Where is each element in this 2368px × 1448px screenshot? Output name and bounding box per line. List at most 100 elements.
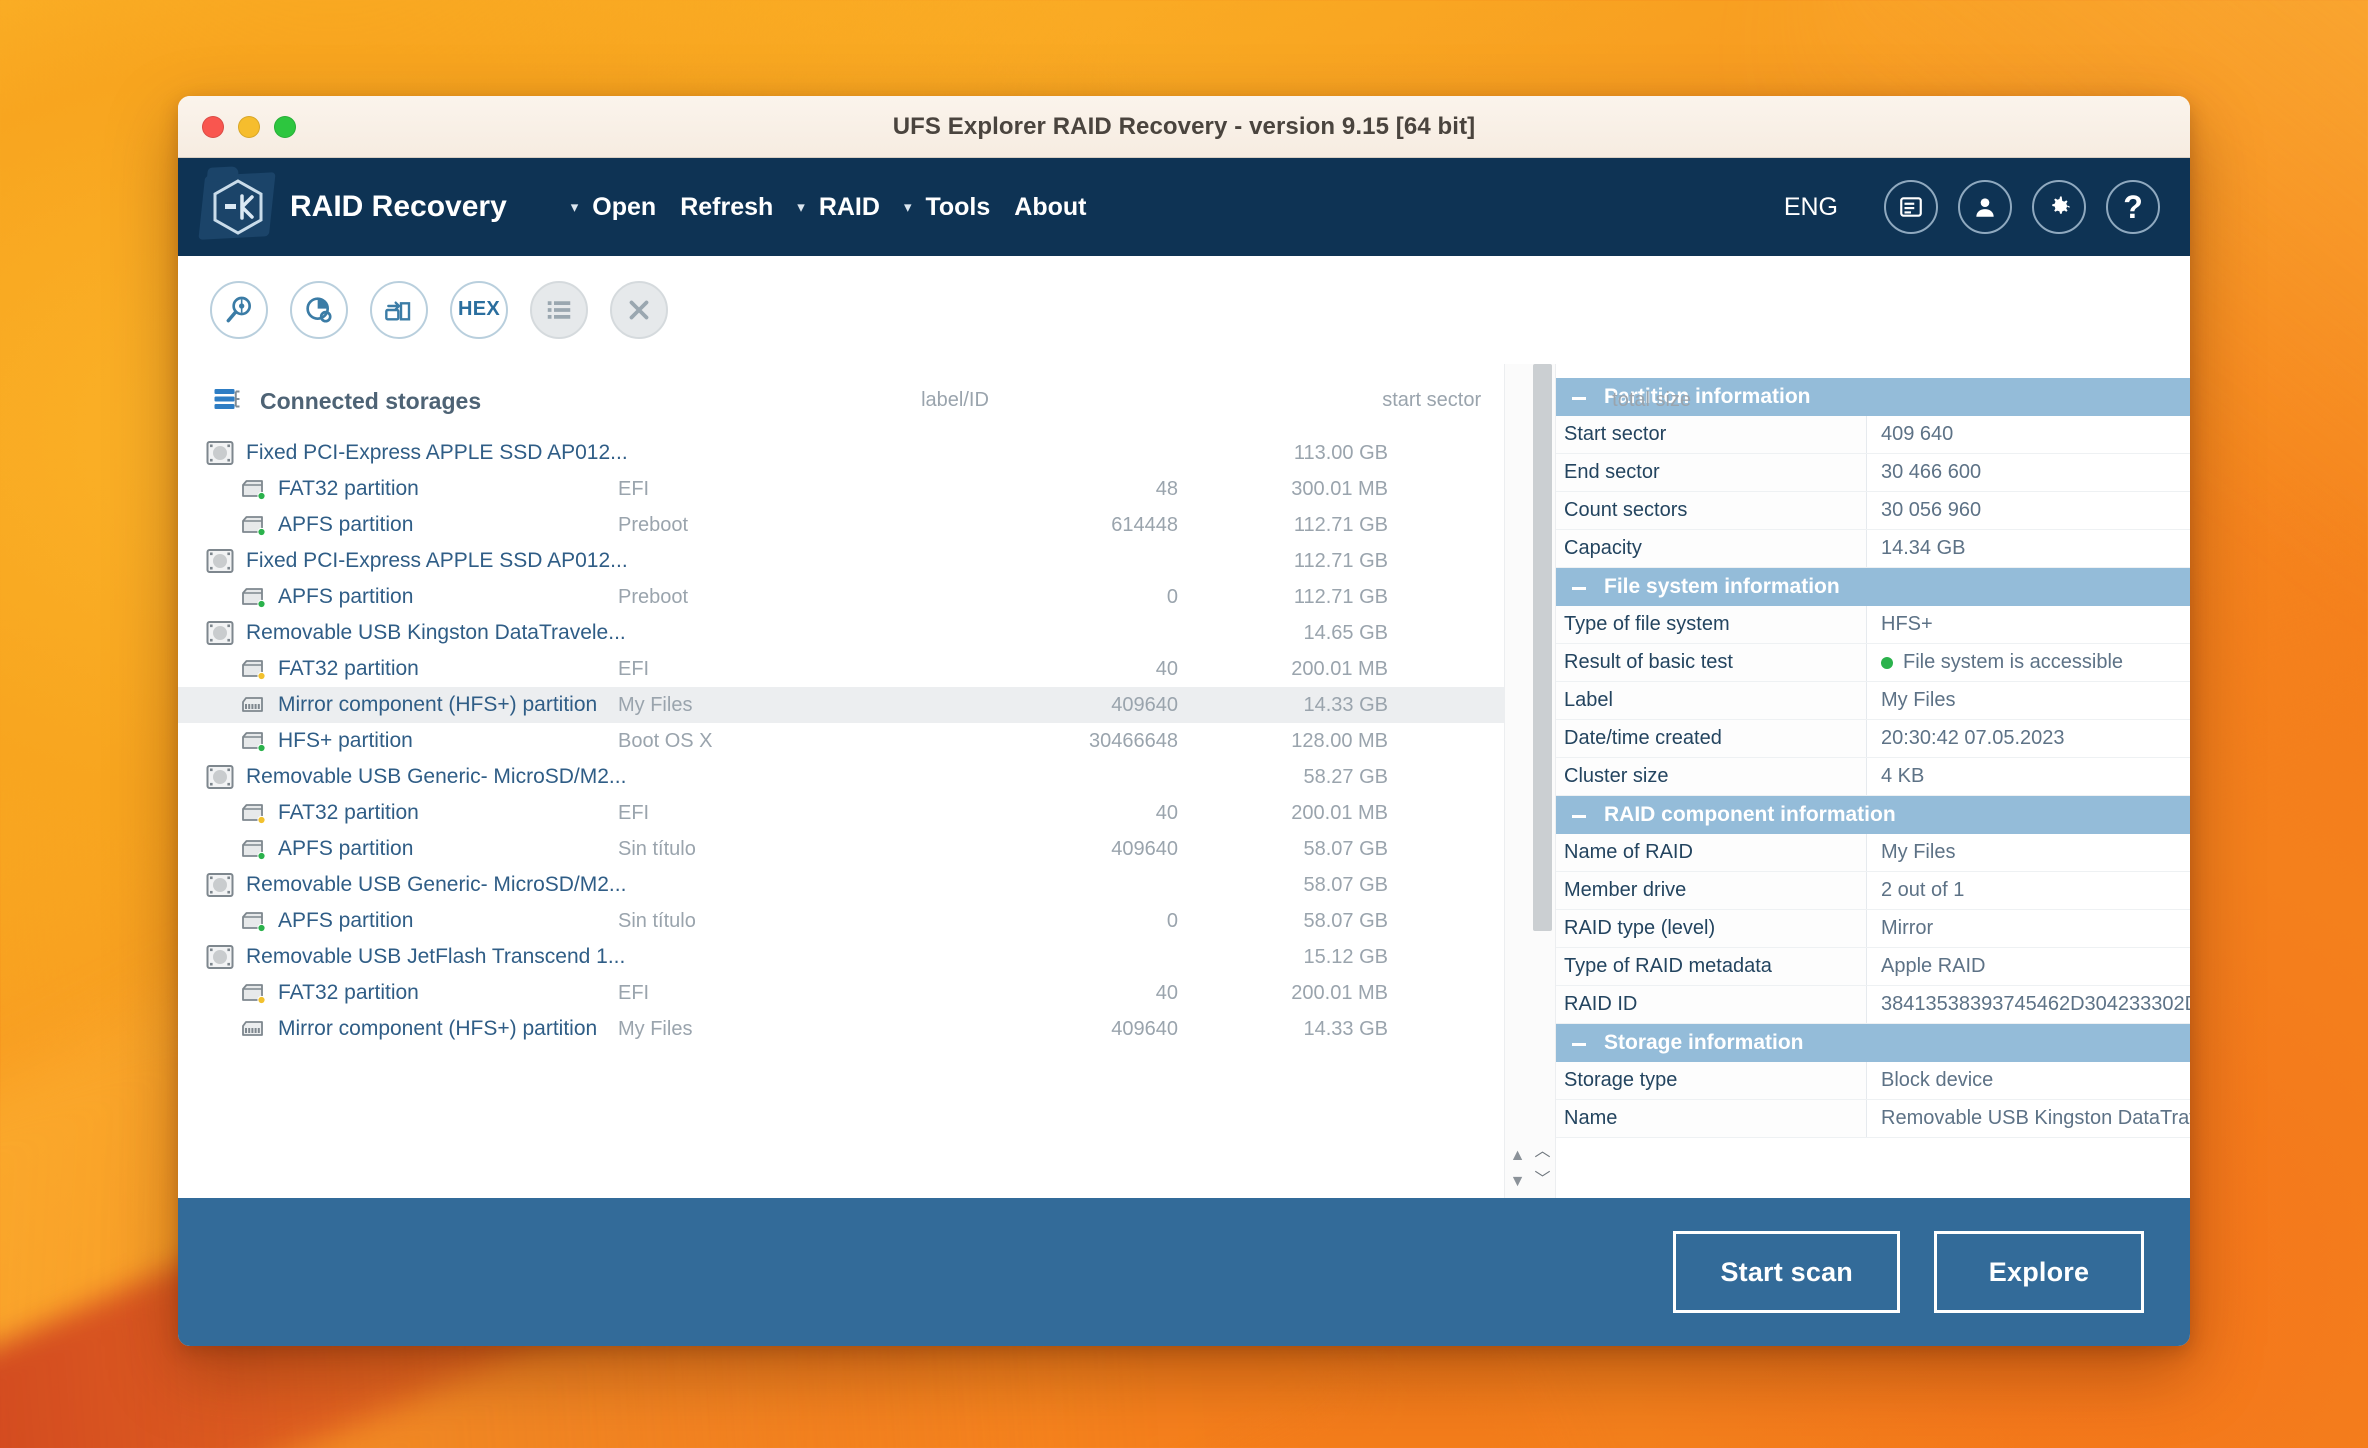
row-start-sector-cell: 40 xyxy=(1155,657,1178,680)
row-label-cell: My Files xyxy=(618,1017,693,1040)
news-icon[interactable] xyxy=(1884,180,1938,234)
list-view-icon[interactable] xyxy=(530,280,588,339)
storage-list-scrollbar[interactable]: ▲ ▼ xyxy=(1504,364,1530,1198)
info-section-header[interactable]: RAID component information xyxy=(1556,796,2190,834)
storage-row[interactable]: FAT32 partition EFI 48 300.01 MB xyxy=(178,471,1504,507)
save-image-icon[interactable] xyxy=(370,280,428,339)
info-row: Type of RAID metadata Apple RAID xyxy=(1556,948,2190,986)
row-name-cell: Mirror component (HFS+) partition xyxy=(178,693,597,717)
row-label-cell: My Files xyxy=(618,693,693,716)
disk-usage-chart-icon[interactable] xyxy=(290,280,348,339)
info-key: RAID type (level) xyxy=(1556,910,1866,947)
row-label-cell: Boot OS X xyxy=(618,729,713,752)
scroll-down-icon[interactable]: ▼ xyxy=(1510,1174,1526,1190)
info-key: Start sector xyxy=(1556,416,1866,453)
storage-row[interactable]: Removable USB Generic- MicroSD/M2... 58.0… xyxy=(178,867,1504,903)
storage-row[interactable]: Fixed PCI-Express APPLE SSD AP012... 112.… xyxy=(178,543,1504,579)
row-total-size-cell: 112.71 GB xyxy=(1293,585,1388,608)
menu-refresh[interactable]: Refresh xyxy=(680,187,797,228)
info-value: HFS+ xyxy=(1866,606,2190,643)
scrollbar-thumb[interactable] xyxy=(1533,364,1552,932)
collapse-minus-icon[interactable] xyxy=(1572,1042,1586,1046)
row-name-text: FAT32 partition xyxy=(278,981,419,1004)
partition-icon xyxy=(240,586,266,608)
storage-row[interactable]: APFS partition Preboot 614448 112.71 GB xyxy=(178,507,1504,543)
row-label-cell: EFI xyxy=(618,477,650,500)
info-value: 38413538393745462D304233302D34 xyxy=(1866,986,2190,1023)
storage-row[interactable]: Removable USB Generic- MicroSD/M2... 58.2… xyxy=(178,759,1504,795)
info-key: Date/time created xyxy=(1556,720,1866,757)
info-row: Member drive 2 out of 1 xyxy=(1556,872,2190,910)
storage-row[interactable]: HFS+ partition Boot OS X 30466648 128.00 MB xyxy=(178,723,1504,759)
storage-row[interactable]: Removable USB Kingston DataTravele... 14.… xyxy=(178,615,1504,651)
scroll-down-icon[interactable]: ﹀ xyxy=(1534,1172,1550,1188)
storage-row[interactable]: FAT32 partition EFI 40 200.01 MB xyxy=(178,795,1504,831)
info-value: My Files xyxy=(1866,834,2190,871)
info-row: Cluster size 4 KB xyxy=(1556,758,2190,796)
row-name-text: HFS+ partition xyxy=(278,729,413,752)
row-start-sector-cell: 409640 xyxy=(1111,1017,1178,1040)
info-key: Type of file system xyxy=(1556,606,1866,643)
info-section-title: RAID component information xyxy=(1604,803,1896,826)
hex-viewer-icon[interactable]: HEX xyxy=(450,280,508,339)
user-account-icon[interactable] xyxy=(1958,180,2012,234)
storage-row[interactable]: FAT32 partition EFI 40 200.01 MB xyxy=(178,975,1504,1011)
info-section-header[interactable]: Storage information xyxy=(1556,1024,2190,1062)
info-pane-scrollbar[interactable]: ︿ ﹀ xyxy=(1530,364,1556,1198)
raid-component-icon xyxy=(240,1018,266,1040)
info-row: Count sectors 30 056 960 xyxy=(1556,492,2190,530)
storage-row[interactable]: Fixed PCI-Express APPLE SSD AP012... 113.… xyxy=(178,435,1504,471)
application-header: RAID Recovery ▾ Open Refresh ▾ RAID ▾ To… xyxy=(178,158,2190,256)
storage-row[interactable]: FAT32 partition EFI 40 200.01 MB xyxy=(178,651,1504,687)
collapse-minus-icon[interactable] xyxy=(1572,814,1586,818)
close-storage-icon[interactable] xyxy=(610,280,668,339)
app-logo xyxy=(198,170,276,244)
menu-about[interactable]: About xyxy=(1014,187,1110,228)
start-scan-button[interactable]: Start scan xyxy=(1673,1231,1900,1313)
storage-scroll-arrows[interactable]: ▲ ▼ xyxy=(1505,1148,1530,1190)
help-question-icon[interactable]: ? xyxy=(2106,180,2160,234)
info-key: Capacity xyxy=(1556,530,1866,567)
row-total-size-cell: 300.01 MB xyxy=(1291,477,1388,500)
info-row: Type of file system HFS+ xyxy=(1556,606,2190,644)
storage-row[interactable]: APFS partition Preboot 0 112.71 GB xyxy=(178,579,1504,615)
storage-row-selected[interactable]: Mirror component (HFS+) partition My File… xyxy=(178,687,1504,723)
info-key: Count sectors xyxy=(1556,492,1866,529)
storage-row[interactable]: Removable USB JetFlash Transcend 1... 15.… xyxy=(178,939,1504,975)
info-value: Block device xyxy=(1866,1062,2190,1099)
row-total-size-cell: 200.01 MB xyxy=(1291,981,1388,1004)
settings-gear-icon[interactable] xyxy=(2032,180,2086,234)
row-total-size-cell: 14.33 GB xyxy=(1303,693,1388,716)
row-name-cell: Removable USB Generic- MicroSD/M2... xyxy=(178,872,626,898)
header-actions: ENG ? xyxy=(1784,180,2160,234)
collapse-minus-icon[interactable] xyxy=(1572,586,1586,590)
info-section-header[interactable]: File system information xyxy=(1556,568,2190,606)
partition-icon xyxy=(240,730,266,752)
menu-tools[interactable]: ▾ Tools xyxy=(904,187,1014,228)
explore-button[interactable]: Explore xyxy=(1934,1231,2144,1313)
partition-icon xyxy=(240,910,266,932)
info-key: End sector xyxy=(1556,454,1866,491)
pie-chart-glyph xyxy=(306,296,332,323)
storage-row[interactable]: APFS partition Sin título 409640 58.07 GB xyxy=(178,831,1504,867)
info-scroll-arrows[interactable]: ︿ ﹀ xyxy=(1530,1144,1555,1188)
scroll-up-icon[interactable]: ▲ xyxy=(1510,1148,1526,1164)
scroll-up-icon[interactable]: ︿ xyxy=(1534,1144,1550,1160)
storage-row[interactable]: APFS partition Sin título 0 58.07 GB xyxy=(178,903,1504,939)
menu-item-label: About xyxy=(1014,192,1087,221)
connected-storages-pane: Connected storages label/ID start sector… xyxy=(178,364,1691,1198)
search-storage-icon[interactable] xyxy=(210,280,268,339)
main-content: Connected storages label/ID start sector… xyxy=(178,364,2190,1198)
menu-raid[interactable]: ▾ RAID xyxy=(797,187,904,228)
info-value-text: Removable USB Kingston DataTraveler xyxy=(1881,1107,2190,1129)
storage-row[interactable]: Mirror component (HFS+) partition My File… xyxy=(178,1011,1504,1047)
chevron-down-icon: ▾ xyxy=(903,198,912,216)
info-value-text: 409 640 xyxy=(1881,423,1954,445)
info-key: Name of RAID xyxy=(1556,834,1866,871)
row-name-cell: APFS partition xyxy=(178,585,413,609)
row-total-size-cell: 14.65 GB xyxy=(1303,621,1388,644)
storage-rows-container[interactable]: Fixed PCI-Express APPLE SSD AP012... 113.… xyxy=(178,435,1504,1198)
menu-open[interactable]: ▾ Open xyxy=(571,187,680,228)
scrollbar-track[interactable] xyxy=(1530,364,1555,1198)
language-selector[interactable]: ENG xyxy=(1784,193,1838,222)
